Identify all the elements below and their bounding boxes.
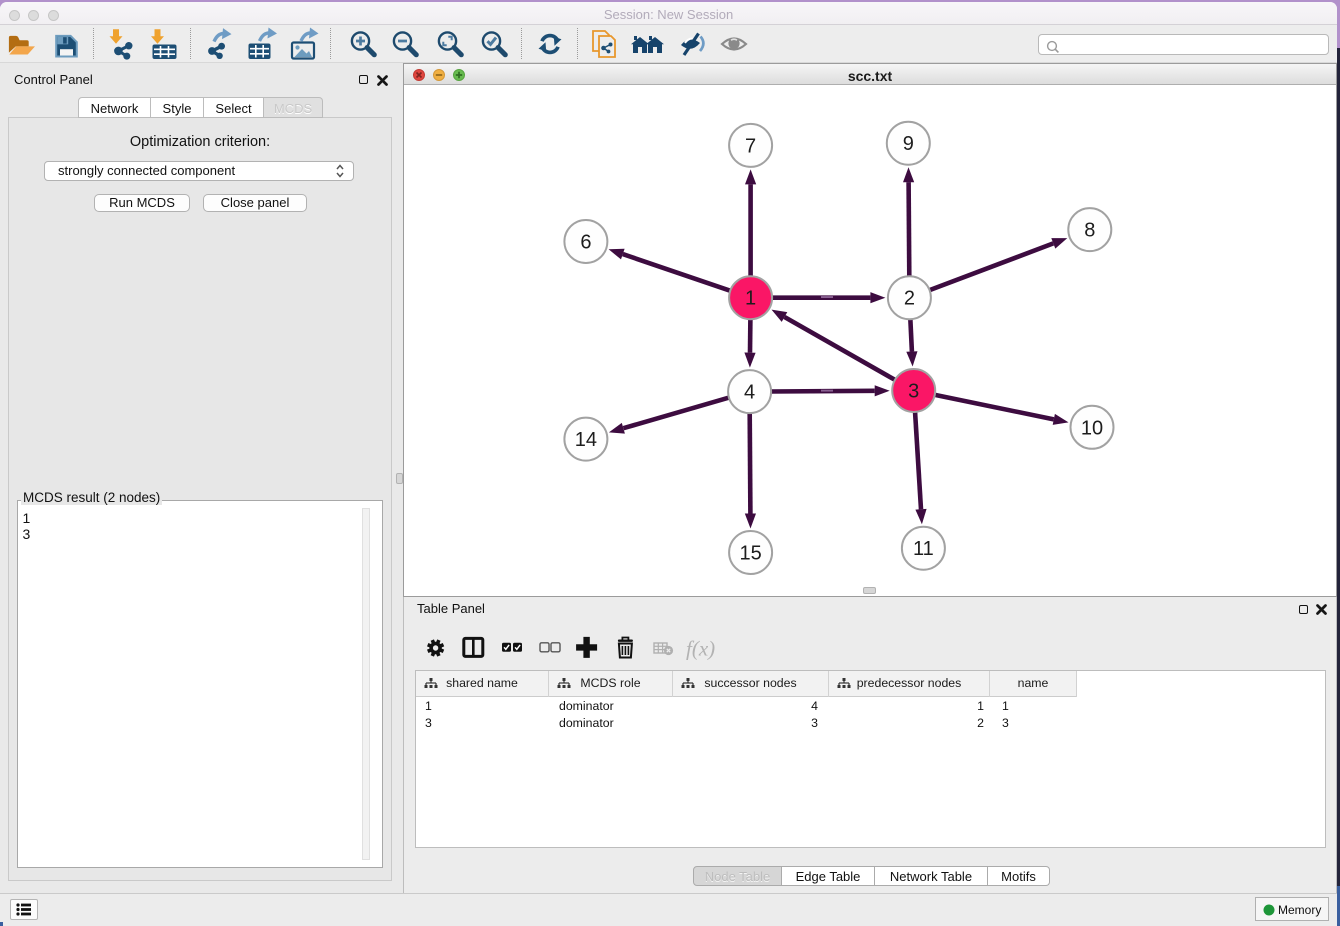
svg-text:f(x): f(x) <box>686 637 715 661</box>
svg-text:8: 8 <box>1084 220 1095 242</box>
svg-text:3: 3 <box>908 381 919 403</box>
svg-text:10: 10 <box>1081 417 1103 439</box>
svg-text:9: 9 <box>903 133 914 155</box>
svg-text:4: 4 <box>744 382 755 404</box>
svg-text:2: 2 <box>904 288 915 310</box>
svg-text:7: 7 <box>745 135 756 157</box>
svg-text:15: 15 <box>739 543 761 565</box>
svg-text:1: 1 <box>745 288 756 310</box>
svg-text:6: 6 <box>580 232 591 254</box>
svg-text:14: 14 <box>575 429 597 451</box>
svg-text:11: 11 <box>913 538 934 560</box>
